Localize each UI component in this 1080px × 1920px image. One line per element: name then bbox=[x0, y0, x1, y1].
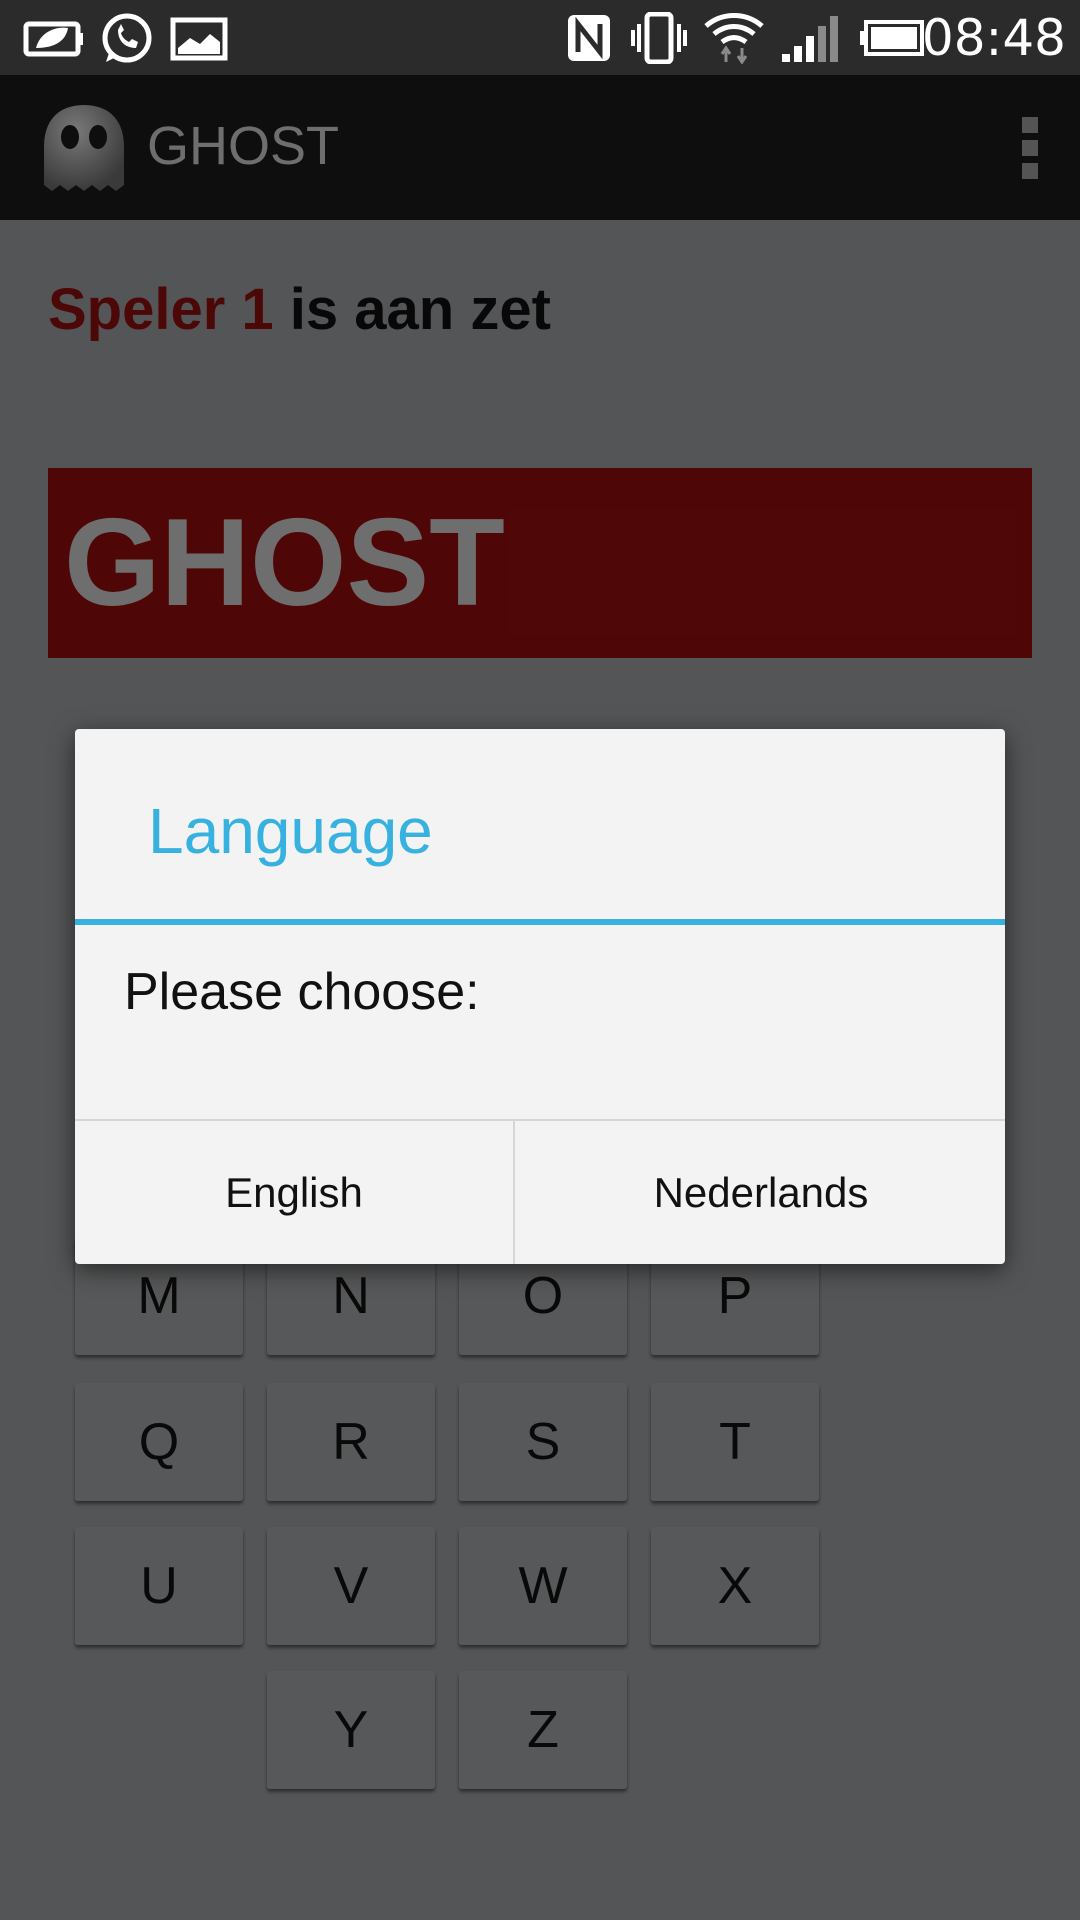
dialog-button-bar: English Nederlands bbox=[75, 1119, 1005, 1264]
dialog-title: Language bbox=[148, 795, 433, 867]
dialog-message: Please choose: bbox=[124, 963, 480, 1021]
nfc-icon bbox=[568, 15, 610, 61]
status-bar: 08:48 bbox=[0, 0, 1080, 75]
nederlands-button[interactable]: Nederlands bbox=[517, 1121, 1005, 1264]
whatsapp-icon bbox=[102, 13, 152, 63]
dialog-divider bbox=[75, 919, 1005, 925]
battery-saver-icon bbox=[23, 21, 83, 57]
english-button[interactable]: English bbox=[75, 1121, 515, 1264]
clock: 08:48 bbox=[921, 9, 1066, 67]
battery-icon bbox=[860, 20, 924, 56]
gallery-icon bbox=[170, 17, 228, 61]
vibrate-icon bbox=[631, 12, 687, 64]
signal-icon bbox=[782, 16, 838, 62]
language-dialog: Language Please choose: English Nederlan… bbox=[75, 729, 1005, 1264]
wifi-icon bbox=[704, 13, 764, 64]
